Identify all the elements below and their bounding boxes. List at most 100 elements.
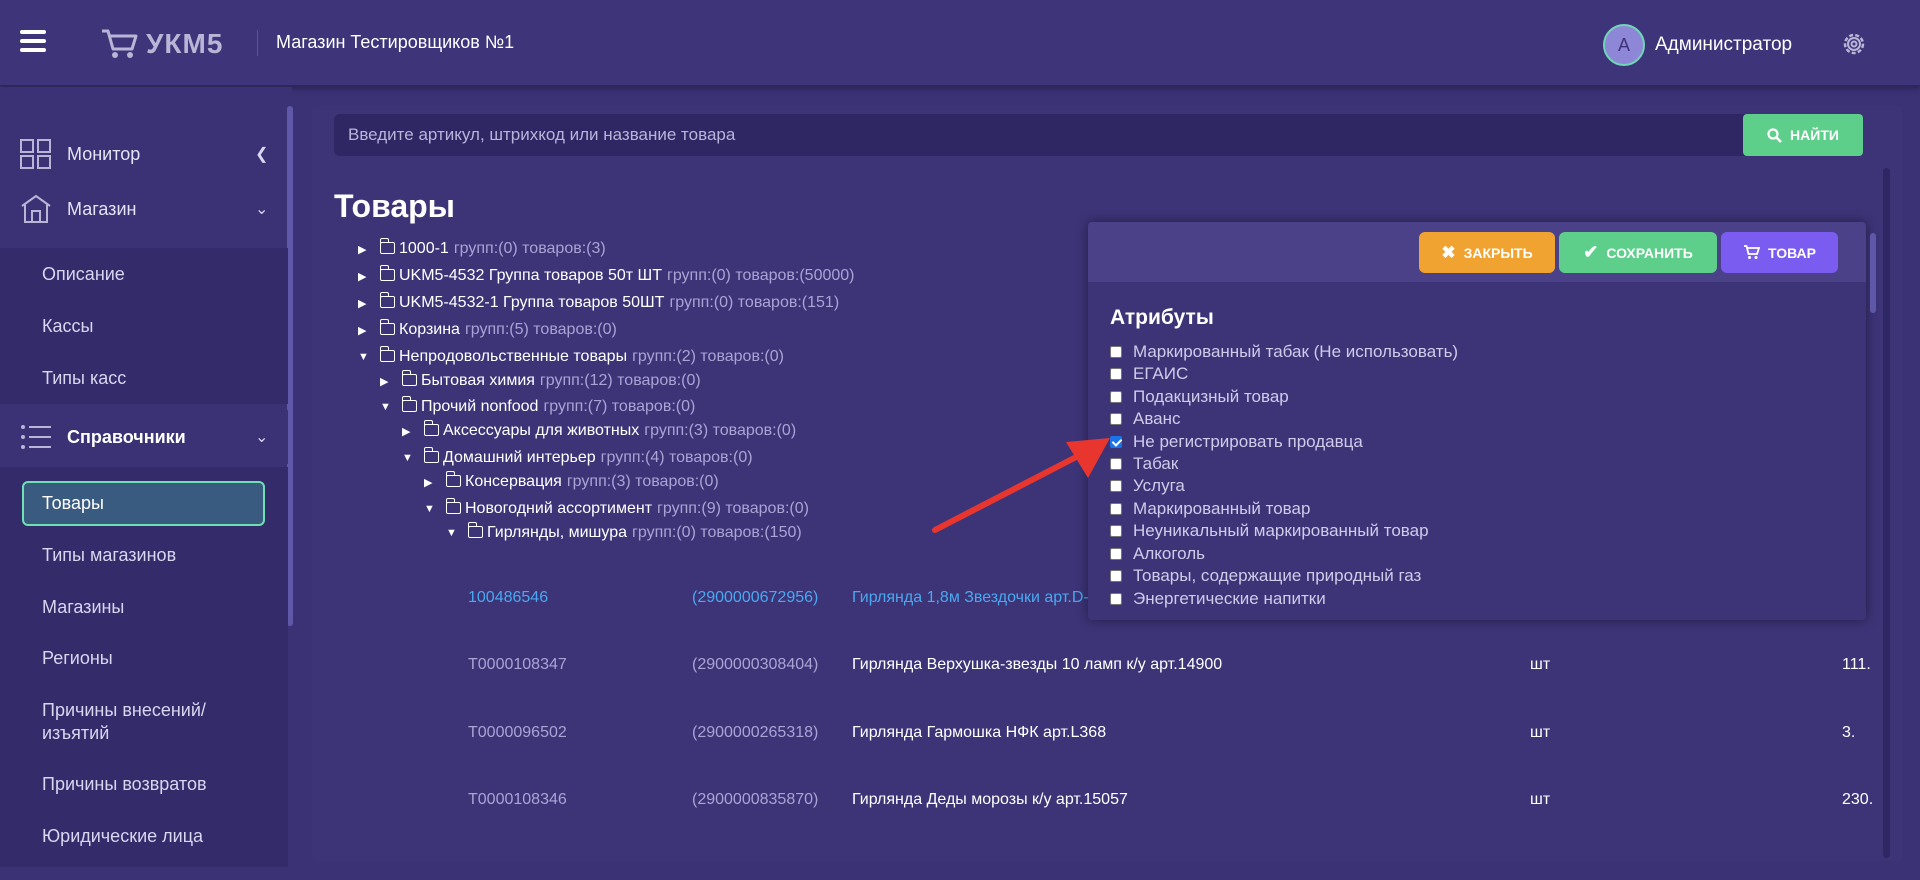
product-code[interactable]: T0000108346 <box>468 791 567 809</box>
caret-right-icon[interactable]: ▶ <box>402 425 416 438</box>
checkbox[interactable] <box>1110 368 1122 380</box>
tree-node[interactable]: ▶ UKM5-4532-1 Группа товаров 50ШТ групп:(… <box>358 292 839 314</box>
tree-node[interactable]: ▼ Домашний интерьер групп:(4) товаров:(0) <box>402 447 753 469</box>
sidebar-subitem-products[interactable]: Товары <box>22 481 265 526</box>
product-barcode[interactable]: (2900000835870) <box>692 791 818 809</box>
checkbox[interactable] <box>1110 548 1122 560</box>
sidebar-item-label: Справочники <box>67 426 186 447</box>
sidebar-subitem-legal-entities[interactable]: Юридические лица <box>0 810 288 862</box>
sidebar-subitem-regions[interactable]: Регионы <box>0 632 288 684</box>
product-code[interactable]: T0000108347 <box>468 656 567 674</box>
search-button[interactable]: НАЙТИ <box>1743 114 1863 156</box>
tree-node[interactable]: ▼ Непродовольственные товары групп:(2) то… <box>358 346 784 368</box>
product-barcode[interactable]: (2900000308404) <box>692 656 818 674</box>
attribute-marked-product[interactable]: Маркированный товар <box>1110 499 1310 519</box>
caret-right-icon[interactable]: ▶ <box>358 297 372 310</box>
sidebar-subitem-stores[interactable]: Магазины <box>0 581 288 633</box>
attribute-natural-gas[interactable]: Товары, содержащие природный газ <box>1110 566 1421 586</box>
page-title: Товары <box>334 188 455 224</box>
folder-icon <box>401 396 417 412</box>
avatar[interactable]: А <box>1603 24 1645 66</box>
tree-node[interactable]: ▼ Новогодний ассортимент групп:(9) товаро… <box>424 498 809 520</box>
logo[interactable]: УКМ5 <box>100 24 223 64</box>
tree-node-name: 1000-1 <box>399 240 449 257</box>
tree-node[interactable]: ▶ UKM5-4532 Группа товаров 50т ШТ групп:(… <box>358 265 854 287</box>
product-name[interactable]: Гирлянда Деды морозы к/у арт.15057 <box>852 791 1128 809</box>
sidebar-subitem-label: Типы магазинов <box>42 545 177 565</box>
caret-right-icon[interactable]: ▶ <box>358 243 372 256</box>
cart-icon <box>1744 245 1761 259</box>
folder-icon <box>401 370 417 386</box>
sidebar-subitem-register-types[interactable]: Типы касс <box>0 352 288 404</box>
tree-node[interactable]: ▼ Гирлянды, мишура групп:(0) товаров:(150… <box>446 522 802 544</box>
attribute-egais[interactable]: ЕГАИС <box>1110 364 1188 384</box>
tree-node-meta: групп:(0) товаров:(151) <box>669 294 840 311</box>
product-row[interactable]: T0000108346 (2900000835870) Гирлянда Дед… <box>312 791 1873 815</box>
attribute-tobacco[interactable]: Табак <box>1110 454 1178 474</box>
attribute-service[interactable]: Услуга <box>1110 476 1185 496</box>
close-button[interactable]: ✖ ЗАКРЫТЬ <box>1419 232 1555 273</box>
tree-node-meta: групп:(0) товаров:(50000) <box>667 267 855 284</box>
caret-down-icon[interactable]: ▼ <box>424 503 438 515</box>
sidebar-item-directories[interactable]: Справочники ⌄ <box>0 410 288 464</box>
product-code[interactable]: 100486546 <box>468 589 548 607</box>
product-name[interactable]: Гирлянда 1,8м Звездочки арт.D- <box>852 589 1089 607</box>
checkbox[interactable] <box>1110 346 1122 358</box>
main-scrollbar[interactable] <box>1883 168 1890 858</box>
product-code[interactable]: T0000096502 <box>468 724 567 742</box>
save-button[interactable]: ✔ СОХРАНИТЬ <box>1559 232 1717 273</box>
checkbox[interactable] <box>1110 413 1122 425</box>
checkbox[interactable] <box>1110 593 1122 605</box>
tree-node-name: Гирлянды, мишура <box>487 524 628 541</box>
tree-node[interactable]: ▼ Прочий nonfood групп:(7) товаров:(0) <box>380 396 695 418</box>
attribute-nonunique-marked[interactable]: Неуникальный маркированный товар <box>1110 521 1429 541</box>
caret-down-icon[interactable]: ▼ <box>358 351 372 363</box>
tree-node[interactable]: ▶ Консервация групп:(3) товаров:(0) <box>424 471 719 493</box>
top-header: УКМ5 Магазин Тестировщиков №1 А Админист… <box>0 0 1920 86</box>
product-button[interactable]: ТОВАР <box>1721 232 1838 273</box>
sidebar-subitem-store-types[interactable]: Типы магазинов <box>0 529 288 581</box>
checkbox[interactable] <box>1110 570 1122 582</box>
attribute-energy-drinks[interactable]: Энергетические напитки <box>1110 589 1326 609</box>
caret-right-icon[interactable]: ▶ <box>424 476 438 489</box>
sidebar-subitem-cash-reasons[interactable]: Причины внесений/ изъятий <box>0 690 288 756</box>
caret-right-icon[interactable]: ▶ <box>358 324 372 337</box>
product-name[interactable]: Гирлянда Гармошка НФК арт.L368 <box>852 724 1106 742</box>
tree-node[interactable]: ▶ Аксессуары для животных групп:(3) товар… <box>402 420 796 442</box>
hamburger-menu-icon[interactable] <box>20 30 46 54</box>
sidebar-subitem-return-reasons[interactable]: Причины возвратов <box>0 758 288 810</box>
tree-node[interactable]: ▶ 1000-1 групп:(0) товаров:(3) <box>358 238 606 260</box>
product-barcode[interactable]: (2900000265318) <box>692 724 818 742</box>
tree-node-meta: групп:(5) товаров:(0) <box>464 321 617 338</box>
modal-right-scrollbar[interactable] <box>1870 233 1876 313</box>
tree-node-name: Аксессуары для животных <box>443 422 640 439</box>
tree-node[interactable]: ▶ Бытовая химия групп:(12) товаров:(0) <box>380 370 701 392</box>
sidebar-subitem-registers[interactable]: Кассы <box>0 300 288 352</box>
attribute-marked-tobacco[interactable]: Маркированный табак (Не использовать) <box>1110 342 1458 362</box>
caret-down-icon[interactable]: ▼ <box>380 401 394 413</box>
store-name[interactable]: Магазин Тестировщиков №1 <box>276 32 514 53</box>
product-barcode[interactable]: (2900000672956) <box>692 589 818 607</box>
search-input[interactable] <box>334 114 1754 156</box>
caret-down-icon[interactable]: ▼ <box>402 452 416 464</box>
tree-node-name: UKM5-4532 Группа товаров 50т ШТ <box>399 267 662 284</box>
product-row[interactable]: T0000108347 (2900000308404) Гирлянда Вер… <box>312 656 1872 680</box>
sidebar-subitem-description[interactable]: Описание <box>0 248 288 300</box>
gear-icon[interactable] <box>1840 30 1868 58</box>
product-row[interactable]: T0000096502 (2900000265318) Гирлянда Гар… <box>312 724 1872 748</box>
caret-right-icon[interactable]: ▶ <box>358 270 372 283</box>
user-name[interactable]: Администратор <box>1655 34 1792 56</box>
tree-node[interactable]: ▶ Корзина групп:(5) товаров:(0) <box>358 319 617 341</box>
chevron-left-icon: ❮ <box>255 146 269 163</box>
folder-icon <box>379 292 395 308</box>
caret-down-icon[interactable]: ▼ <box>446 527 460 539</box>
sidebar-item-monitor[interactable]: Монитор ❮ <box>0 127 288 181</box>
product-name[interactable]: Гирлянда Верхушка-звезды 10 ламп к/у арт… <box>852 656 1222 674</box>
sidebar-item-store[interactable]: Магазин ⌄ <box>0 182 288 236</box>
attribute-no-seller-registration[interactable]: Не регистрировать продавца <box>1110 432 1363 452</box>
attribute-advance[interactable]: Аванс <box>1110 409 1181 429</box>
attribute-excise[interactable]: Подакцизный товар <box>1110 387 1289 407</box>
attribute-alcohol[interactable]: Алкоголь <box>1110 544 1205 564</box>
checkbox[interactable] <box>1110 391 1122 403</box>
caret-right-icon[interactable]: ▶ <box>380 375 394 388</box>
